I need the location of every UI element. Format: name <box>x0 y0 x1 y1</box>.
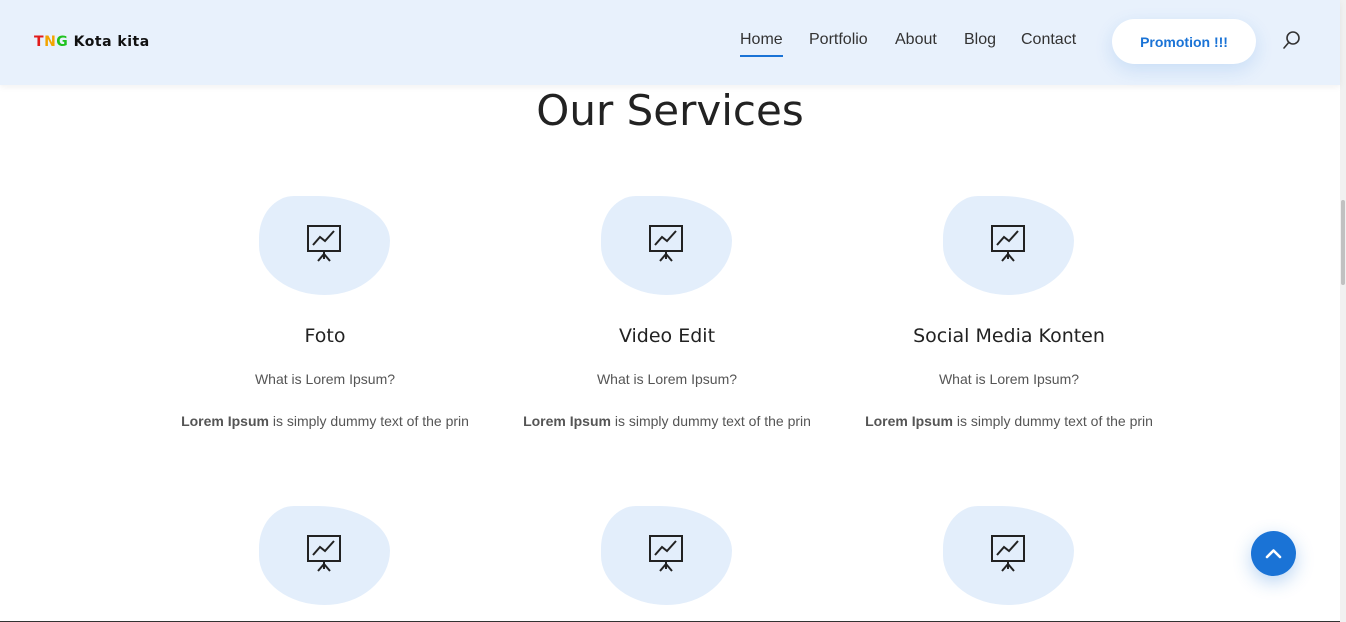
service-icon-blob <box>259 196 390 295</box>
nav-about[interactable]: About <box>895 31 937 55</box>
service-title: Foto <box>304 325 346 347</box>
service-icon-blob <box>601 506 732 605</box>
service-description: Lorem Ipsum is simply dummy text of the … <box>154 413 496 429</box>
nav-blog[interactable]: Blog <box>964 31 996 55</box>
service-icon-blob <box>601 196 732 295</box>
presentation-chart-icon <box>991 535 1025 572</box>
scrollbar-track[interactable] <box>1340 0 1346 622</box>
service-subtitle: What is Lorem Ipsum? <box>938 371 1080 387</box>
site-logo[interactable]: TNG Kota kita <box>34 34 150 50</box>
presentation-chart-icon <box>307 535 341 572</box>
section-title: Our Services <box>536 86 804 135</box>
service-subtitle: What is Lorem Ipsum? <box>596 371 738 387</box>
nav-home[interactable]: Home <box>740 31 783 57</box>
nav-portfolio[interactable]: Portfolio <box>809 31 868 55</box>
service-description-text: is simply dummy text of the prin <box>952 413 1153 429</box>
search-icon[interactable] <box>1282 30 1302 50</box>
service-description-text: is simply dummy text of the prin <box>268 413 469 429</box>
service-description-bold: Lorem Ipsum <box>181 413 269 429</box>
promotion-button[interactable]: Promotion !!! <box>1112 19 1256 64</box>
service-title: Video Edit <box>618 325 716 347</box>
nav-contact[interactable]: Contact <box>1021 31 1076 55</box>
service-icon-blob <box>943 506 1074 605</box>
service-icon-blob <box>259 506 390 605</box>
service-title: Social Media Konten <box>913 325 1105 347</box>
site-header: TNG Kota kita Home Portfolio About Blog … <box>0 0 1340 85</box>
logo-letter-n: N <box>44 34 57 50</box>
presentation-chart-icon <box>991 225 1025 262</box>
presentation-chart-icon <box>307 225 341 262</box>
presentation-chart-icon <box>649 535 683 572</box>
back-to-top-button[interactable] <box>1251 531 1296 576</box>
service-description-bold: Lorem Ipsum <box>865 413 953 429</box>
service-description: Lorem Ipsum is simply dummy text of the … <box>838 413 1180 429</box>
chevron-up-icon <box>1265 549 1282 559</box>
scrollbar-thumb[interactable] <box>1341 200 1345 285</box>
service-icon-blob <box>943 196 1074 295</box>
service-subtitle: What is Lorem Ipsum? <box>254 371 396 387</box>
logo-letter-t: T <box>34 34 45 50</box>
logo-text: Kota kita <box>68 34 150 50</box>
service-description-text: is simply dummy text of the prin <box>610 413 811 429</box>
service-description: Lorem Ipsum is simply dummy text of the … <box>496 413 838 429</box>
presentation-chart-icon <box>649 225 683 262</box>
service-description-bold: Lorem Ipsum <box>523 413 611 429</box>
logo-letter-g: G <box>56 34 69 50</box>
